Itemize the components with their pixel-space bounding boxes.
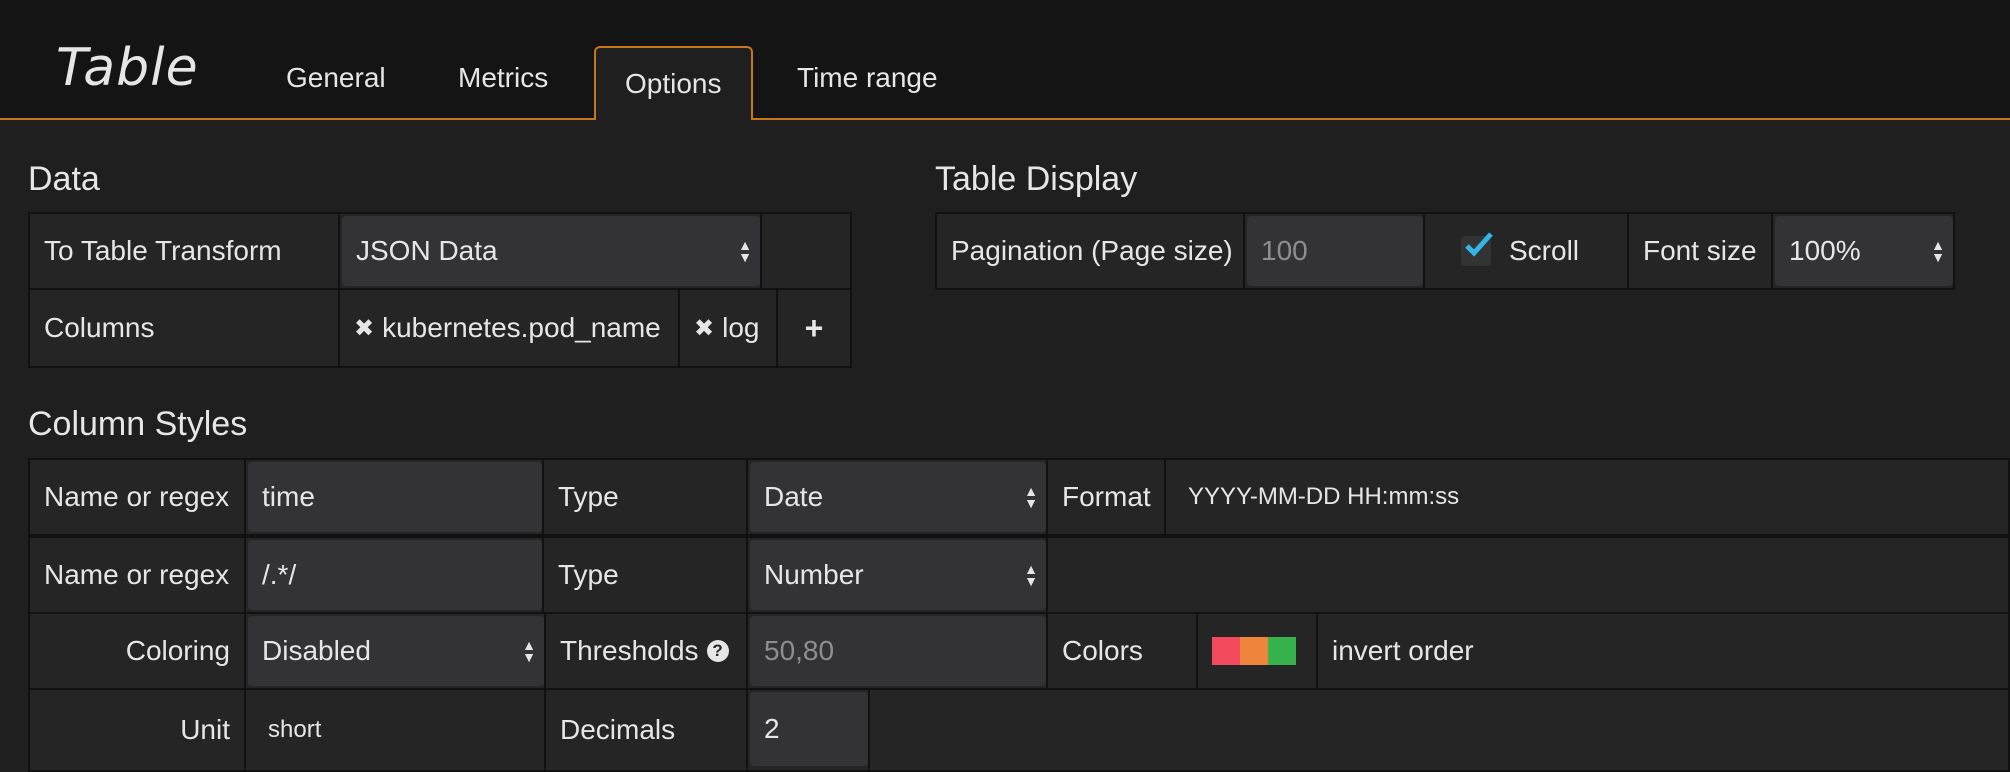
fontsize-cell: 100% ▲ ▼: [1771, 212, 1955, 290]
transform-filler: [760, 212, 852, 290]
checkmark-icon: [1465, 232, 1493, 257]
transform-select[interactable]: JSON Data ▲ ▼: [342, 216, 760, 286]
unit-picker[interactable]: short: [244, 688, 546, 772]
transform-select-value: JSON Data: [356, 235, 498, 266]
table-display-heading: Table Display: [935, 160, 1138, 198]
type-cell: Number ▲ ▼: [746, 536, 1048, 614]
type-select-value: Date: [764, 481, 824, 512]
decimals-input[interactable]: 2: [750, 692, 868, 766]
type-label: Type: [542, 458, 748, 536]
transform-label: To Table Transform: [28, 212, 340, 290]
thresholds-input[interactable]: 50,80: [750, 616, 1046, 686]
remove-icon[interactable]: ✖: [694, 314, 714, 343]
add-column-button[interactable]: +: [776, 288, 852, 368]
decimals-label: Decimals: [544, 688, 748, 772]
tab-time-range[interactable]: Time range: [797, 62, 938, 94]
scroll-toggle[interactable]: Scroll: [1423, 212, 1629, 290]
data-heading: Data: [28, 160, 100, 198]
pagination-label: Pagination (Page size): [935, 212, 1245, 290]
unit-label: Unit: [28, 688, 246, 772]
select-caret-icon: ▲ ▼: [1931, 237, 1945, 265]
column-tag-label: kubernetes.pod_name: [382, 312, 661, 343]
row-filler: [868, 688, 2010, 772]
panel-title: Table: [56, 38, 199, 98]
name-regex-input[interactable]: /.*/: [248, 540, 542, 610]
invert-order-toggle[interactable]: invert order: [1316, 612, 2010, 690]
type-cell: Date ▲ ▼: [746, 458, 1048, 536]
column-tag-label: log: [722, 312, 760, 343]
fontsize-select[interactable]: 100% ▲ ▼: [1775, 216, 1953, 286]
scroll-label: Scroll: [1509, 235, 1580, 266]
thresholds-cell: 50,80: [746, 612, 1048, 690]
select-caret-icon: ▲ ▼: [1024, 561, 1038, 589]
colors-label: Colors: [1046, 612, 1198, 690]
help-icon[interactable]: ?: [706, 640, 729, 662]
pagination-input[interactable]: 100: [1247, 216, 1423, 286]
name-regex-label: Name or regex: [28, 536, 246, 614]
coloring-cell: Disabled ▲ ▼: [244, 612, 546, 690]
color-swatch-mid[interactable]: [1240, 637, 1268, 665]
color-swatch-high[interactable]: [1268, 637, 1296, 665]
type-select[interactable]: Number ▲ ▼: [750, 540, 1046, 610]
type-select-value: Number: [764, 559, 864, 590]
name-regex-label: Name or regex: [28, 458, 246, 536]
select-caret-icon: ▲ ▼: [522, 637, 536, 665]
panel-editor-header: Table General Metrics Options Time range: [0, 0, 2010, 120]
select-caret-icon: ▲ ▼: [1024, 483, 1038, 511]
name-regex-input[interactable]: time: [248, 462, 542, 532]
coloring-select[interactable]: Disabled ▲ ▼: [248, 616, 544, 686]
format-input[interactable]: YYYY-MM-DD HH:mm:ss: [1164, 458, 2010, 536]
type-select[interactable]: Date ▲ ▼: [750, 462, 1046, 532]
coloring-label: Coloring: [28, 612, 246, 690]
columns-label: Columns: [28, 288, 340, 368]
name-regex-cell: /.*/: [244, 536, 544, 614]
color-swatch-low[interactable]: [1212, 637, 1240, 665]
thresholds-label: Thresholds: [560, 635, 699, 666]
coloring-select-value: Disabled: [262, 635, 371, 666]
select-caret-icon: ▲ ▼: [738, 237, 752, 265]
tab-general[interactable]: General: [286, 62, 386, 94]
pagination-cell: 100: [1243, 212, 1425, 290]
name-regex-cell: time: [244, 458, 544, 536]
fontsize-label: Font size: [1627, 212, 1773, 290]
column-tag-log[interactable]: ✖ log: [678, 288, 778, 368]
scroll-checkbox[interactable]: [1461, 232, 1493, 266]
remove-icon[interactable]: ✖: [354, 314, 374, 343]
thresholds-label-cell: Thresholds ?: [544, 612, 748, 690]
fontsize-select-value: 100%: [1789, 235, 1861, 266]
format-label: Format: [1046, 458, 1166, 536]
color-swatches[interactable]: [1196, 612, 1318, 690]
column-tag-pod-name[interactable]: ✖ kubernetes.pod_name: [338, 288, 680, 368]
tab-options[interactable]: Options: [594, 46, 753, 120]
type-label: Type: [542, 536, 748, 614]
row-filler: [1046, 536, 2010, 614]
column-styles-heading: Column Styles: [28, 405, 248, 443]
decimals-cell: 2: [746, 688, 870, 772]
tab-metrics[interactable]: Metrics: [458, 62, 548, 94]
transform-cell: JSON Data ▲ ▼: [338, 212, 762, 290]
